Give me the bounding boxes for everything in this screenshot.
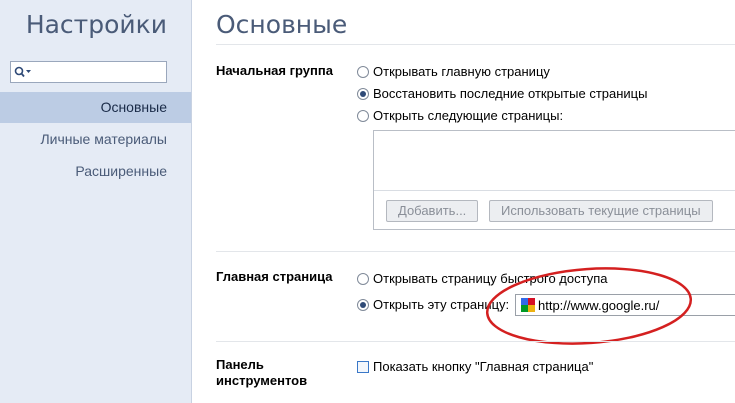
sidebar-item-advanced[interactable]: Расширенные — [0, 156, 191, 187]
page-title: Основные — [216, 10, 348, 39]
sidebar-item-basics[interactable]: Основные — [0, 92, 191, 123]
homepage-label: Главная страница — [216, 269, 333, 284]
add-page-button[interactable]: Добавить... — [386, 200, 479, 222]
startup-pages-list[interactable]: Добавить... Использовать текущие страниц… — [373, 130, 735, 230]
sidebar: Настройки Основные Личные материалы Расш… — [0, 0, 192, 403]
option-label: Восстановить последние открытые страницы — [373, 86, 648, 101]
main-content: Основные Начальная группа Открывать глав… — [192, 0, 735, 403]
radio-button[interactable] — [357, 273, 369, 285]
option-label: Открыть эту страницу: — [373, 297, 510, 312]
sidebar-title: Настройки — [25, 10, 167, 39]
startup-option-homepage[interactable]: Открывать главную страницу — [357, 64, 550, 80]
radio-button-selected[interactable] — [357, 88, 369, 100]
use-current-pages-button[interactable]: Использовать текущие страницы — [489, 200, 713, 222]
divider — [216, 44, 735, 45]
toolbar-label: Панель инструментов — [216, 357, 307, 389]
startup-option-restore[interactable]: Восстановить последние открытые страницы — [357, 86, 647, 102]
option-label: Открывать страницу быстрого доступа — [373, 271, 608, 286]
show-home-button-checkbox[interactable] — [357, 361, 369, 373]
toolbar-label-line2: инструментов — [216, 373, 308, 388]
toolbar-label-line1: Панель — [216, 357, 264, 372]
homepage-option-url[interactable]: Открыть эту страницу: — [357, 297, 509, 313]
homepage-url-value: http://www.google.ru/ — [538, 297, 660, 313]
radio-button[interactable] — [357, 66, 369, 78]
search-icon — [14, 66, 31, 78]
homepage-url-input[interactable]: http://www.google.ru/ — [515, 294, 735, 316]
checkbox-label: Показать кнопку "Главная страница" — [373, 359, 594, 374]
divider — [216, 251, 735, 252]
divider — [216, 341, 735, 342]
sidebar-item-personal[interactable]: Личные материалы — [0, 124, 191, 155]
homepage-option-ntp[interactable]: Открывать страницу быстрого доступа — [357, 271, 607, 287]
option-label: Открывать главную страницу — [373, 64, 550, 79]
option-label: Открыть следующие страницы: — [373, 108, 564, 123]
startup-label: Начальная группа — [216, 63, 333, 78]
google-favicon-icon — [521, 298, 535, 312]
show-home-button-option[interactable]: Показать кнопку "Главная страница" — [357, 359, 593, 375]
chevron-down-icon — [26, 70, 31, 73]
startup-option-pages[interactable]: Открыть следующие страницы: — [357, 108, 563, 124]
pages-list-toolbar: Добавить... Использовать текущие страниц… — [374, 190, 735, 229]
radio-button-selected[interactable] — [357, 299, 369, 311]
search-input[interactable] — [10, 61, 167, 83]
radio-button[interactable] — [357, 110, 369, 122]
